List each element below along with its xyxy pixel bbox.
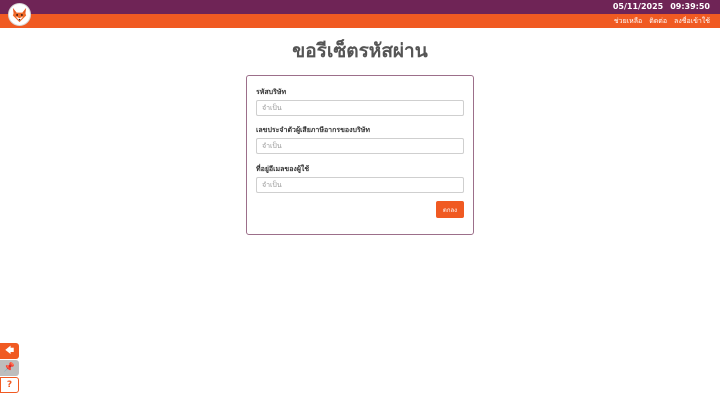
user-email-input[interactable] <box>256 177 464 193</box>
nav-help-link[interactable]: ช่วยเหลือ <box>614 15 642 27</box>
tax-id-input[interactable] <box>256 138 464 154</box>
datetime: 05/11/2025 09:39:50 <box>613 1 710 13</box>
nav-links: ช่วยเหลือ ติดต่อ ลงชื่อเข้าใช้ <box>614 15 710 27</box>
company-code-label: รหัสบริษัท <box>256 88 287 96</box>
tax-id-label: เลขประจำตัวผู้เสียภาษีอากรของบริษัท <box>256 126 370 134</box>
current-time: 09:39:50 <box>670 2 710 11</box>
reset-password-form: รหัสบริษัท เลขประจำตัวผู้เสียภาษีอากรของ… <box>246 75 474 235</box>
submit-button[interactable]: ตกลง <box>436 201 464 218</box>
current-date: 05/11/2025 <box>612 2 664 11</box>
help-icon[interactable]: ? <box>0 377 19 393</box>
top-bar: 05/11/2025 09:39:50 <box>0 0 720 14</box>
company-code-input[interactable] <box>256 100 464 116</box>
page-title: ขอรีเซ็ตรหัสผ่าน <box>292 40 428 62</box>
pin-icon[interactable]: 📌 <box>0 360 19 376</box>
nav-login-link[interactable]: ลงชื่อเข้าใช้ <box>674 15 710 27</box>
fox-logo-icon[interactable] <box>8 3 31 26</box>
back-arrow-icon[interactable]: 🡄 <box>0 343 19 359</box>
nav-bar: ช่วยเหลือ ติดต่อ ลงชื่อเข้าใช้ <box>0 14 720 28</box>
user-email-label: ที่อยู่อีเมลของผู้ใช้ <box>256 165 310 173</box>
nav-contact-link[interactable]: ติดต่อ <box>649 15 667 27</box>
